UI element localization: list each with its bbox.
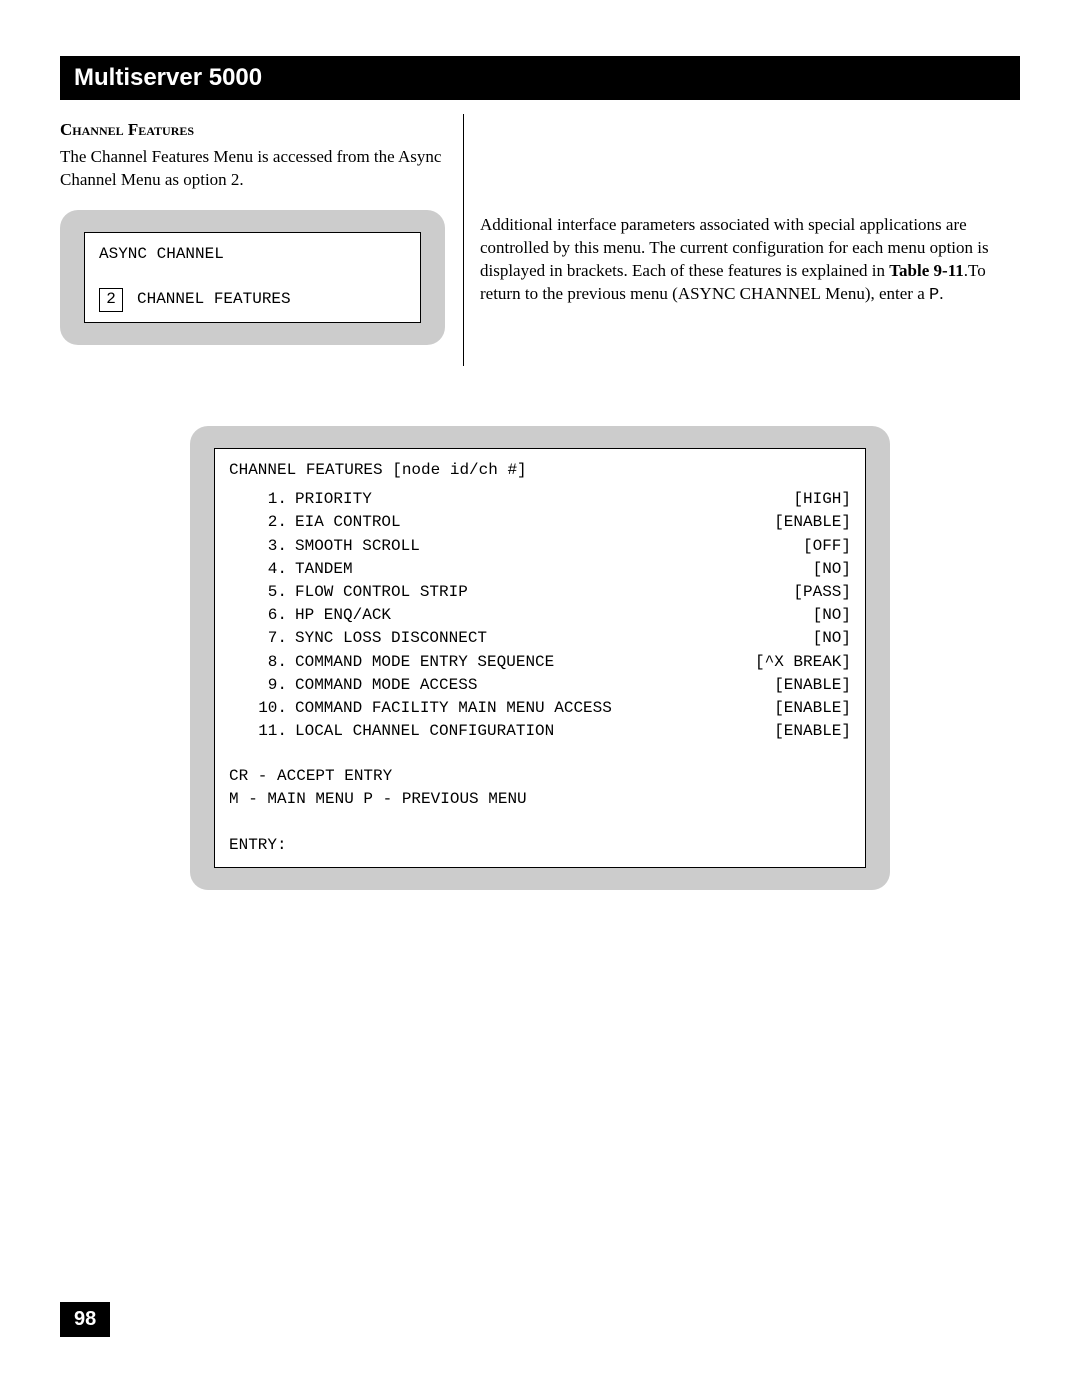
feature-number: 10. bbox=[251, 697, 295, 720]
feature-row: 2.EIA CONTROL[ENABLE] bbox=[251, 511, 851, 534]
feature-label: SMOOTH SCROLL bbox=[295, 535, 803, 558]
feature-number: 7. bbox=[251, 627, 295, 650]
option-label: CHANNEL FEATURES bbox=[137, 288, 291, 311]
feature-label: EIA CONTROL bbox=[295, 511, 774, 534]
feature-label: COMMAND FACILITY MAIN MENU ACCESS bbox=[295, 697, 774, 720]
feature-value: [^X BREAK] bbox=[755, 651, 851, 674]
page-number: 98 bbox=[60, 1302, 110, 1337]
feature-number: 3. bbox=[251, 535, 295, 558]
feature-value: [NO] bbox=[813, 604, 851, 627]
feature-row: 8.COMMAND MODE ENTRY SEQUENCE[^X BREAK] bbox=[251, 651, 851, 674]
feature-label: FLOW CONTROL STRIP bbox=[295, 581, 793, 604]
feature-value: [PASS] bbox=[793, 581, 851, 604]
feature-label: PRIORITY bbox=[295, 488, 793, 511]
feature-value: [OFF] bbox=[803, 535, 851, 558]
footer-nav: M - MAIN MENU P - PREVIOUS MENU bbox=[229, 788, 851, 811]
feature-row: 9.COMMAND MODE ACCESS[ENABLE] bbox=[251, 674, 851, 697]
feature-label: LOCAL CHANNEL CONFIGURATION bbox=[295, 720, 774, 743]
two-column-body: Channel Features The Channel Features Me… bbox=[60, 114, 1020, 366]
features-header: CHANNEL FEATURES [node id/ch #] bbox=[229, 459, 851, 482]
feature-value: [ENABLE] bbox=[774, 511, 851, 534]
async-panel-header: ASYNC CHANNEL bbox=[99, 243, 406, 266]
feature-row: 10.COMMAND FACILITY MAIN MENU ACCESS[ENA… bbox=[251, 697, 851, 720]
feature-row: 1.PRIORITY[HIGH] bbox=[251, 488, 851, 511]
feature-value: [ENABLE] bbox=[774, 674, 851, 697]
async-option-row: 2 CHANNEL FEATURES bbox=[99, 288, 406, 312]
feature-label: SYNC LOSS DISCONNECT bbox=[295, 627, 813, 650]
section-heading: Channel Features bbox=[60, 120, 460, 140]
feature-number: 6. bbox=[251, 604, 295, 627]
column-divider bbox=[463, 114, 464, 366]
feature-row: 3.SMOOTH SCROLL[OFF] bbox=[251, 535, 851, 558]
footer-accept: CR - ACCEPT ENTRY bbox=[229, 765, 851, 788]
feature-number: 1. bbox=[251, 488, 295, 511]
feature-row: 6.HP ENQ/ACK[NO] bbox=[251, 604, 851, 627]
feature-number: 5. bbox=[251, 581, 295, 604]
feature-number: 11. bbox=[251, 720, 295, 743]
feature-number: 8. bbox=[251, 651, 295, 674]
feature-value: [NO] bbox=[813, 558, 851, 581]
feature-row: 5.FLOW CONTROL STRIP[PASS] bbox=[251, 581, 851, 604]
feature-number: 2. bbox=[251, 511, 295, 534]
feature-number: 9. bbox=[251, 674, 295, 697]
feature-label: TANDEM bbox=[295, 558, 813, 581]
feature-list: 1.PRIORITY[HIGH]2.EIA CONTROL[ENABLE]3.S… bbox=[229, 488, 851, 743]
entry-prompt[interactable]: ENTRY: bbox=[229, 834, 851, 857]
feature-number: 4. bbox=[251, 558, 295, 581]
feature-label: HP ENQ/ACK bbox=[295, 604, 813, 627]
feature-value: [ENABLE] bbox=[774, 720, 851, 743]
intro-right-text: Additional interface parameters associat… bbox=[480, 214, 1020, 308]
feature-row: 4.TANDEM[NO] bbox=[251, 558, 851, 581]
feature-row: 7.SYNC LOSS DISCONNECT[NO] bbox=[251, 627, 851, 650]
option-number-box: 2 bbox=[99, 288, 123, 312]
title-bar: Multiserver 5000 bbox=[60, 56, 1020, 100]
feature-value: [HIGH] bbox=[793, 488, 851, 511]
feature-label: COMMAND MODE ACCESS bbox=[295, 674, 774, 697]
feature-row: 11.LOCAL CHANNEL CONFIGURATION[ENABLE] bbox=[251, 720, 851, 743]
features-panel: CHANNEL FEATURES [node id/ch #] 1.PRIORI… bbox=[190, 426, 890, 890]
feature-value: [ENABLE] bbox=[774, 697, 851, 720]
async-panel: ASYNC CHANNEL 2 CHANNEL FEATURES bbox=[60, 210, 445, 345]
intro-left-text: The Channel Features Menu is accessed fr… bbox=[60, 146, 460, 192]
feature-label: COMMAND MODE ENTRY SEQUENCE bbox=[295, 651, 755, 674]
table-reference: Table 9-11 bbox=[889, 261, 963, 280]
feature-value: [NO] bbox=[813, 627, 851, 650]
